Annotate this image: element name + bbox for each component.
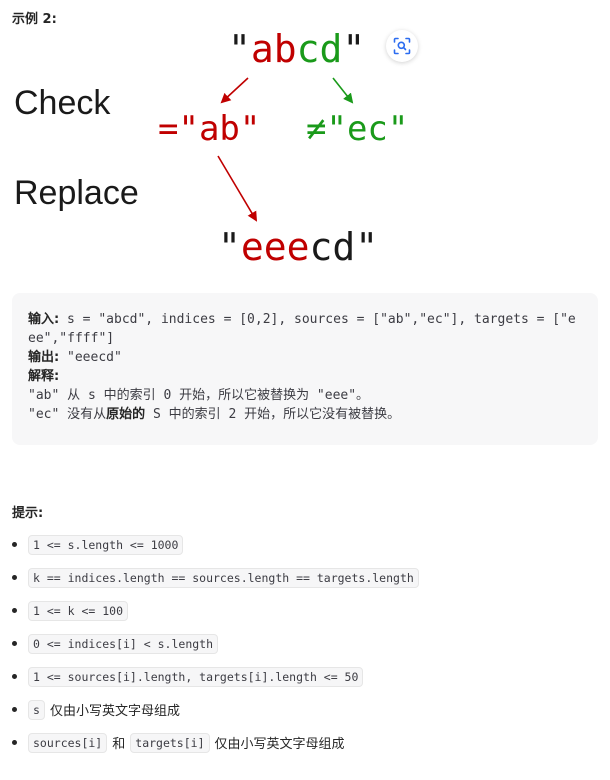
input-label: 输入: — [28, 312, 60, 327]
top-string-green: cd — [297, 27, 343, 71]
hint-item: 0 <= indices[i] < s.length — [12, 627, 419, 660]
svg-text:"eeecd": "eeecd" — [218, 225, 378, 269]
replace-label: Replace — [14, 174, 139, 212]
hint-text: 仅由小写英文字母组成 — [49, 704, 180, 719]
hint-code: 1 <= k <= 100 — [28, 600, 129, 621]
hint-item: 1 <= k <= 100 — [12, 594, 419, 627]
lens-scan-button[interactable] — [386, 30, 418, 62]
bullet-dot — [12, 641, 17, 646]
hint-code: 1 <= sources[i].length, targets[i].lengt… — [28, 666, 364, 687]
hint-code: 1 <= s.length <= 1000 — [28, 534, 184, 555]
lens-scan-icon — [393, 37, 411, 55]
bullet-dot — [12, 608, 17, 613]
bullet-dot — [12, 575, 17, 580]
hint-item: k == indices.length == sources.length ==… — [12, 561, 419, 594]
check-arrow-green — [332, 77, 354, 104]
result-quote-open: " — [218, 225, 241, 269]
explain-label: 解释: — [28, 369, 60, 384]
hint-code: s — [28, 699, 45, 720]
replace-arrow — [217, 155, 258, 222]
explain-text-2a: "ec" 没有从 — [28, 407, 107, 422]
bullet-dot — [12, 707, 17, 712]
hint-text-2: 仅由小写英文字母组成 — [214, 737, 345, 752]
output-value: "eeecd" — [67, 350, 122, 365]
top-string-red: ab — [251, 27, 297, 71]
hints-title: 提示: — [12, 506, 44, 521]
bullet-dot — [12, 674, 17, 679]
replacement-diagram: "abcd" Check Replace ="ab" ≠"ec" "eeecd" — [0, 26, 610, 276]
hint-item: sources[i] 和 targets[i] 仅由小写英文字母组成 — [12, 726, 419, 759]
hint-item: 1 <= s.length <= 1000 — [12, 528, 419, 561]
result-string-black: cd — [310, 225, 356, 269]
nomatch-text: ≠"ec" — [306, 109, 408, 149]
explain-text-2: "ec" 没有从原始的 S 中的索引 2 开始，所以它没有被替换。 — [28, 405, 582, 424]
bullet-dot — [12, 740, 17, 745]
svg-text:"abcd": "abcd" — [228, 27, 365, 71]
hint-code-2: targets[i] — [130, 732, 210, 753]
output-label: 输出: — [28, 350, 60, 365]
check-arrow-red — [220, 77, 249, 104]
result-quote-close: " — [355, 225, 378, 269]
hint-code: sources[i] — [28, 732, 108, 753]
hint-code: 0 <= indices[i] < s.length — [28, 633, 219, 654]
result-string-red: eee — [241, 225, 310, 269]
explain-text-2-bold: 原始的 — [106, 407, 146, 422]
explain-text-2b: S 中的索引 2 开始，所以它没有被替换。 — [145, 407, 401, 422]
explain-text-1: "ab" 从 s 中的索引 0 开始，所以它被替换为 "eee"。 — [28, 388, 370, 403]
input-line: 输入: s = "abcd", indices = [0,2], sources… — [28, 310, 582, 348]
input-value: s = "abcd", indices = [0,2], sources = [… — [28, 312, 576, 346]
hint-text: 和 — [112, 737, 126, 752]
match-text: ="ab" — [158, 109, 260, 149]
bullet-dot — [12, 542, 17, 547]
top-quote-close: " — [342, 27, 365, 71]
top-quote-open: " — [228, 27, 251, 71]
explain-line: 解释: — [28, 367, 582, 386]
output-line: 输出: "eeecd" — [28, 348, 582, 367]
diagram-canvas: "abcd" Check Replace ="ab" ≠"ec" "eeecd" — [14, 27, 408, 269]
hint-item: 1 <= sources[i].length, targets[i].lengt… — [12, 660, 419, 693]
hints-list: 1 <= s.length <= 1000 k == indices.lengt… — [12, 528, 419, 759]
hint-item: s 仅由小写英文字母组成 — [12, 693, 419, 726]
example-title: 示例 2: — [12, 12, 57, 27]
example-codebox: 输入: s = "abcd", indices = [0,2], sources… — [12, 293, 598, 445]
hint-code: k == indices.length == sources.length ==… — [28, 567, 419, 588]
check-label: Check — [14, 84, 111, 122]
